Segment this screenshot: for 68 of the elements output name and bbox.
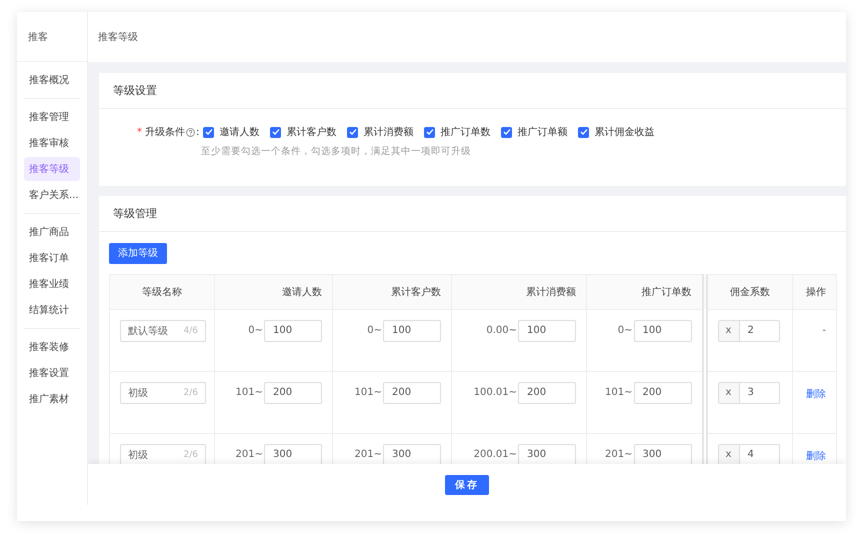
checkbox[interactable] (424, 126, 436, 138)
sidebar-item[interactable]: 推客等级 (24, 157, 80, 181)
sidebar-item[interactable]: 推客订单 (24, 246, 80, 270)
range-start: 101~ (605, 387, 632, 398)
save-button[interactable]: 保存 (445, 474, 489, 494)
range-start: 0~ (618, 325, 632, 336)
card-title: 等级管理 (113, 206, 157, 221)
checkbox-label: 累计消费额 (363, 126, 414, 139)
range-start: 201~ (605, 449, 632, 460)
card-title: 等级设置 (113, 83, 157, 98)
coefficient-field[interactable]: x 2 (718, 320, 780, 342)
sidebar-item[interactable]: 推客装修 (24, 335, 80, 359)
column-header: 推广订单数 (586, 274, 704, 309)
checkbox[interactable] (578, 126, 590, 138)
column-header: 累计客户数 (332, 274, 452, 309)
column-header: 累计消费额 (452, 274, 586, 309)
checkbox[interactable] (270, 126, 282, 138)
checkbox-label: 邀请人数 (219, 126, 260, 139)
range-end-field[interactable]: 200 (634, 382, 692, 404)
sidebar-item[interactable]: 推客设置 (24, 361, 80, 385)
sidebar-item[interactable]: 推客审核 (24, 131, 80, 155)
level-name-field[interactable]: 默认等级 4/6 (120, 320, 206, 342)
sidebar-item[interactable]: 推广商品 (24, 220, 80, 244)
sidebar-item[interactable]: 推客业绩 (24, 272, 80, 296)
checkbox-label: 推广订单数 (440, 126, 490, 139)
range-end-field[interactable]: 100 (518, 320, 576, 342)
range-end-field[interactable]: 100 (634, 320, 692, 342)
range-start: 201~ (236, 449, 263, 460)
range-start: 101~ (354, 387, 382, 398)
range-start: 101~ (236, 387, 263, 398)
sidebar-item[interactable]: 客户关系... (24, 183, 80, 207)
add-level-button[interactable]: 添加等级 (109, 242, 167, 264)
checkbox-label: 累计佣金收益 (594, 126, 654, 139)
range-start: 200.01~ (474, 449, 517, 460)
sidebar-item[interactable]: 推客管理 (24, 105, 80, 129)
range-start: 0~ (367, 325, 382, 336)
range-start: 0~ (248, 325, 263, 336)
checkbox[interactable] (501, 126, 512, 138)
column-header: 等级名称 (110, 274, 214, 309)
breadcrumb: 推客等级 (98, 30, 138, 44)
sidebar-title: 推客 (17, 12, 87, 62)
range-end-field[interactable]: 200 (518, 382, 576, 404)
column-header: 邀请人数 (214, 274, 332, 309)
label-colon: : (196, 126, 200, 138)
range-start: 100.01~ (474, 387, 517, 398)
range-end-field[interactable]: 200 (264, 382, 322, 404)
range-start: 201~ (354, 449, 382, 460)
column-header: 佣金系数 (704, 274, 792, 309)
required-mark: * (137, 126, 142, 138)
range-end-field[interactable]: 100 (264, 320, 322, 342)
hint-text: 至少需要勾选一个条件，勾选多项时，满足其中一项即可升级 (201, 146, 471, 157)
range-end-field[interactable]: 100 (383, 320, 441, 342)
sidebar-item[interactable]: 推客概况 (24, 68, 80, 92)
empty-action: - (822, 324, 826, 336)
checkbox-label: 累计客户数 (286, 126, 336, 139)
checkbox[interactable] (203, 126, 214, 138)
range-end-field[interactable]: 200 (383, 382, 441, 404)
delete-link[interactable]: 删除 (806, 382, 826, 400)
sidebar-item[interactable]: 结算统计 (24, 298, 80, 322)
coefficient-field[interactable]: x 3 (718, 382, 780, 404)
help-icon[interactable] (186, 128, 195, 136)
checkbox[interactable] (347, 126, 358, 138)
sidebar-item[interactable]: 推广素材 (24, 387, 80, 411)
range-start: 0.00~ (486, 325, 517, 336)
checkbox-label: 推广订单额 (517, 126, 568, 139)
level-name-field[interactable]: 初级 2/6 (120, 382, 206, 404)
column-header: 操作 (792, 274, 836, 309)
field-label: 升级条件 (145, 126, 185, 139)
